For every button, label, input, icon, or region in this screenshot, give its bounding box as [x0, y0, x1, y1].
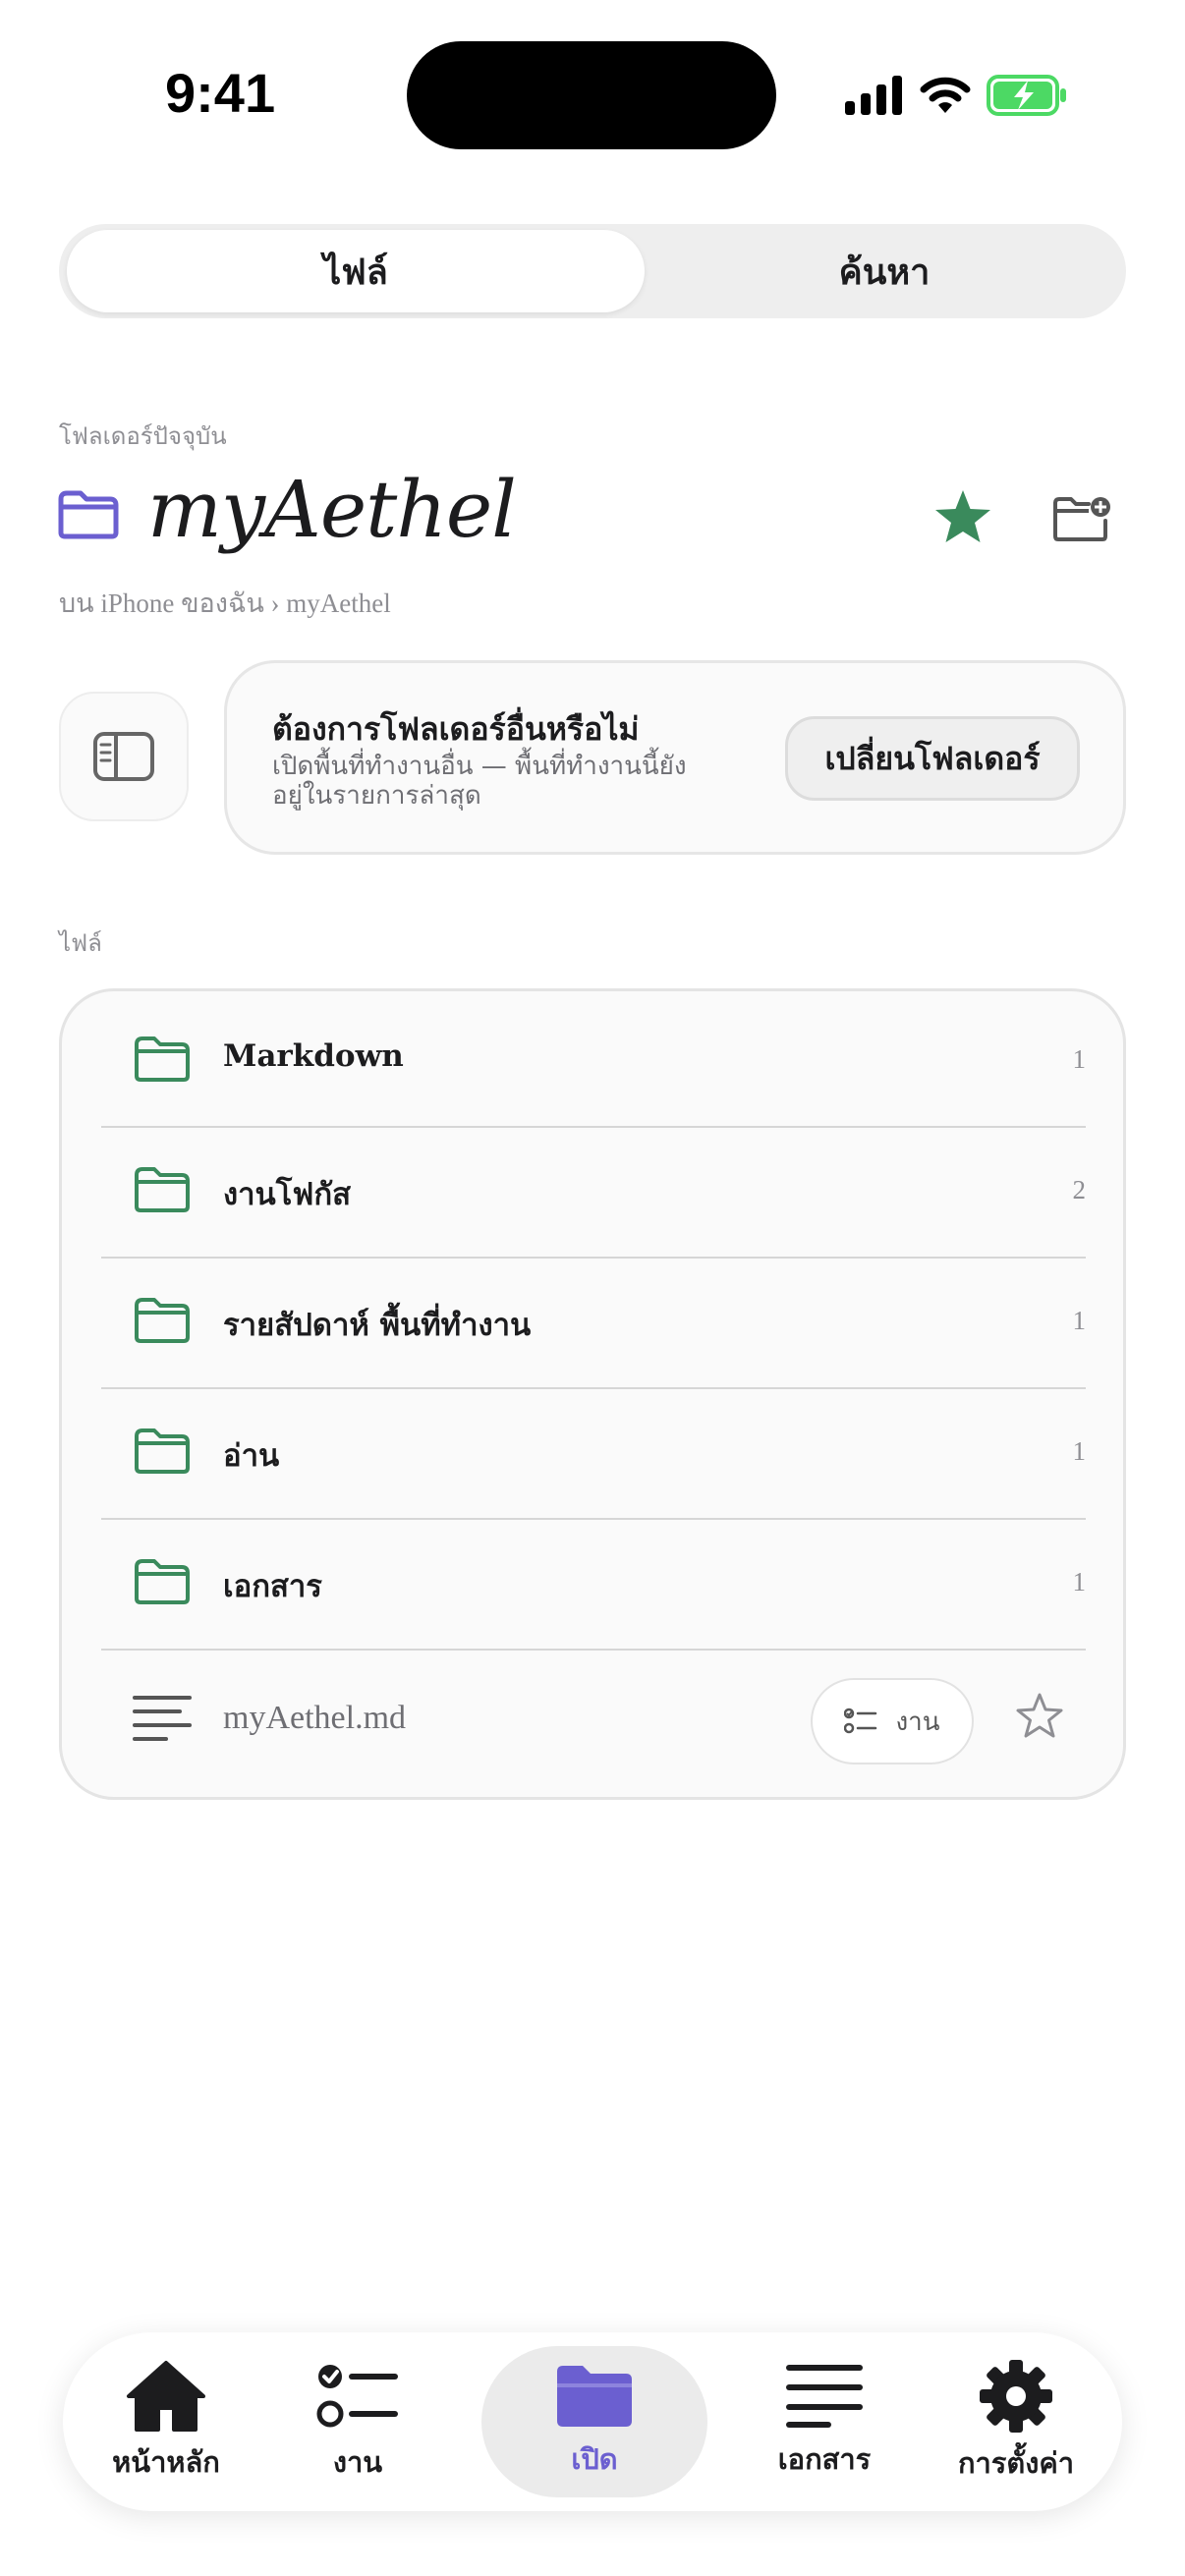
tab-home[interactable]: หน้าหลัก	[83, 2346, 250, 2497]
item-count: 1	[1072, 1567, 1087, 1596]
tab-label: การตั้งค่า	[957, 2446, 1075, 2480]
folder-row-reading[interactable]: อ่าน 1	[101, 1387, 1086, 1518]
tab-label: เปิด	[571, 2442, 618, 2476]
text-lines-icon	[786, 2365, 863, 2428]
folder-icon	[57, 489, 120, 544]
checklist-icon	[844, 1708, 877, 1734]
folder-icon	[557, 2366, 632, 2427]
task-chip-label: งาน	[895, 1707, 940, 1737]
segment-files[interactable]: ไฟล์	[67, 230, 645, 312]
text-document-icon	[133, 1694, 192, 1749]
file-name: myAethel.md	[223, 1700, 407, 1736]
folder-row-documents[interactable]: เอกสาร 1	[101, 1518, 1086, 1649]
switch-folder-card: ต้องการโฟลเดอร์อื่นหรือไม่ เปิดพื้นที่ทำ…	[224, 660, 1126, 855]
switch-folder-title: ต้องการโฟลเดอร์อื่นหรือไม่	[272, 710, 640, 748]
folder-icon	[133, 1427, 192, 1480]
sidebar-toggle-button[interactable]	[59, 692, 189, 821]
folder-name: เอกสาร	[223, 1569, 322, 1604]
status-icons	[845, 71, 1067, 120]
folder-add-icon	[1053, 497, 1110, 541]
tab-settings[interactable]: การตั้งค่า	[928, 2346, 1104, 2497]
folder-row-markdown[interactable]: Markdown 1	[101, 995, 1086, 1126]
folder-row-focus-tasks[interactable]: งานโฟกัส 2	[101, 1126, 1086, 1257]
tab-bar: หน้าหลัก งาน เปิด เอกสาร การตั้งค่า	[63, 2332, 1122, 2511]
tab-tasks[interactable]: งาน	[289, 2346, 426, 2497]
folder-name: งานโฟกัส	[223, 1177, 352, 1212]
task-chip-button[interactable]: งาน	[811, 1678, 974, 1764]
sidebar-icon	[93, 732, 154, 781]
star-outline-icon	[1016, 1693, 1063, 1738]
switch-folder-button[interactable]: เปลี่ยนโฟลเดอร์	[785, 716, 1080, 801]
switch-folder-description: เปิดพื้นที่ทำงานอื่น — พื้นที่ทำงานนี้ยั…	[272, 752, 687, 811]
tab-label: หน้าหลัก	[112, 2445, 220, 2479]
file-row-myaethel-md[interactable]: myAethel.md งาน	[101, 1645, 1086, 1792]
tab-label: งาน	[332, 2445, 383, 2479]
files-search-segmented-control: ไฟล์ ค้นหา	[59, 224, 1126, 318]
folder-icon	[133, 1296, 192, 1349]
gear-icon	[980, 2360, 1052, 2433]
item-count: 1	[1072, 1306, 1087, 1335]
status-bar: 9:41	[0, 0, 1185, 187]
battery-charging-icon	[987, 75, 1066, 116]
folder-name: รายสัปดาห์ พื้นที่ทำงาน	[223, 1308, 532, 1343]
current-folder-section-label: โฟลเดอร์ปัจจุบัน	[59, 422, 227, 450]
tab-open[interactable]: เปิด	[481, 2346, 707, 2497]
cellular-signal-icon	[845, 76, 902, 115]
folder-row-weekly-workspace[interactable]: รายสัปดาห์ พื้นที่ทำงาน 1	[101, 1257, 1086, 1387]
breadcrumb: บน iPhone ของฉัน › myAethel	[59, 588, 391, 618]
folder-name: อ่าน	[223, 1438, 280, 1474]
checklist-icon	[316, 2365, 398, 2428]
item-count: 1	[1072, 1436, 1087, 1466]
tab-label: เอกสาร	[777, 2442, 872, 2476]
tab-documents[interactable]: เอกสาร	[741, 2346, 908, 2497]
folder-icon	[133, 1165, 192, 1218]
favorite-file-button[interactable]	[1015, 1692, 1064, 1743]
folder-name: Markdown	[223, 1038, 404, 1074]
files-section-label: ไฟล์	[59, 929, 102, 957]
files-list: Markdown 1 งานโฟกัส 2 รายสัปดาห์ พื้นที่…	[59, 988, 1126, 1800]
favorite-button[interactable]	[928, 481, 998, 552]
item-count: 2	[1072, 1175, 1087, 1204]
folder-icon	[133, 1557, 192, 1610]
folder-icon	[133, 1035, 192, 1088]
house-icon	[127, 2361, 205, 2432]
item-count: 1	[1072, 1044, 1087, 1074]
new-folder-button[interactable]	[1047, 483, 1118, 554]
segment-search[interactable]: ค้นหา	[649, 230, 1120, 312]
page-title: myAethel	[147, 464, 517, 555]
dynamic-island	[407, 41, 776, 149]
star-filled-icon	[935, 490, 990, 542]
status-time: 9:41	[165, 62, 276, 124]
wifi-icon	[920, 77, 971, 113]
